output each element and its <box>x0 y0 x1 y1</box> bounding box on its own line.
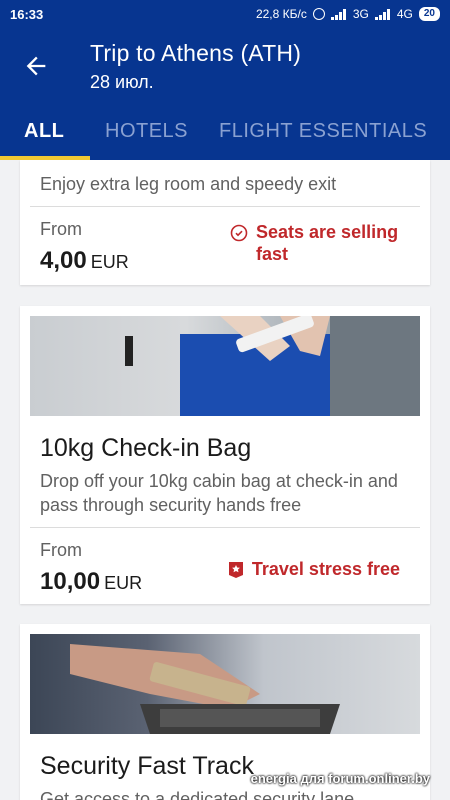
card-description: Get access to a dedicated security lane <box>40 789 355 800</box>
network-speed: 22,8 КБ/с <box>255 7 307 21</box>
price-currency: EUR <box>104 573 143 593</box>
status-badge: Travel stress free <box>228 558 400 580</box>
price-value: 4,00 EUR <box>40 247 129 275</box>
security-photo-illustration <box>70 644 340 734</box>
price-value: 10,00 EUR <box>40 568 142 596</box>
status-bar: 16:33 22,8 КБ/с 3G 4G 20 <box>0 0 450 28</box>
network-type-2: 4G <box>396 7 413 21</box>
bag-photo-illustration <box>125 316 420 416</box>
fast-track-image <box>30 634 420 734</box>
price-amount: 10,00 <box>40 568 101 595</box>
price-row: From 4,00 EUR Seats are selling fast <box>40 207 410 277</box>
badge-text: Travel stress free <box>251 559 400 579</box>
clock-icon <box>230 224 248 242</box>
tab-all[interactable]: ALL <box>24 120 64 143</box>
from-label: From <box>40 540 82 560</box>
card-description: Drop off your 10kg cabin bag at check-in… <box>40 471 398 515</box>
signal-icon-2 <box>374 8 391 20</box>
trip-date: 28 июл. <box>90 72 154 92</box>
watermark: energia для forum.onliner.by <box>250 771 430 786</box>
alarm-icon <box>312 8 325 20</box>
price-row: From 10,00 EUR Travel stress free <box>40 528 410 598</box>
tab-flight-essentials[interactable]: FLIGHT ESSENTIALS <box>219 120 427 143</box>
tab-bar: ALL HOTELS FLIGHT ESSENTIALS <box>0 116 450 160</box>
star-badge-icon <box>228 562 243 578</box>
price-amount: 4,00 <box>40 247 87 274</box>
status-time: 16:33 <box>10 6 44 22</box>
card-title: 10kg Check-in Bag <box>40 434 252 462</box>
card-description: Enjoy extra leg room and speedy exit <box>40 174 337 194</box>
app-bar: Trip to Athens (ATH) 28 июл. ALL HOTELS … <box>0 28 450 160</box>
arrow-left-icon[interactable] <box>22 52 50 80</box>
page-title: Trip to Athens (ATH) <box>90 40 302 66</box>
tab-hotels[interactable]: HOTELS <box>105 120 188 143</box>
battery-icon: 20 <box>418 7 440 21</box>
status-right: 22,8 КБ/с 3G 4G 20 <box>256 7 440 21</box>
content-list[interactable]: Enjoy extra leg room and speedy exit Fro… <box>0 160 450 800</box>
card-checkin-bag[interactable]: 10kg Check-in Bag Drop off your 10kg cab… <box>20 306 430 604</box>
checkin-bag-image <box>30 316 420 416</box>
signal-icon <box>330 8 347 20</box>
card-extra-legroom[interactable]: Enjoy extra leg room and speedy exit Fro… <box>20 160 430 285</box>
badge-text: Seats are selling fast <box>256 222 399 264</box>
price-currency: EUR <box>90 252 129 272</box>
network-type-1: 3G <box>352 7 369 21</box>
from-label: From <box>40 219 82 239</box>
status-badge: Seats are selling fast <box>230 221 400 265</box>
